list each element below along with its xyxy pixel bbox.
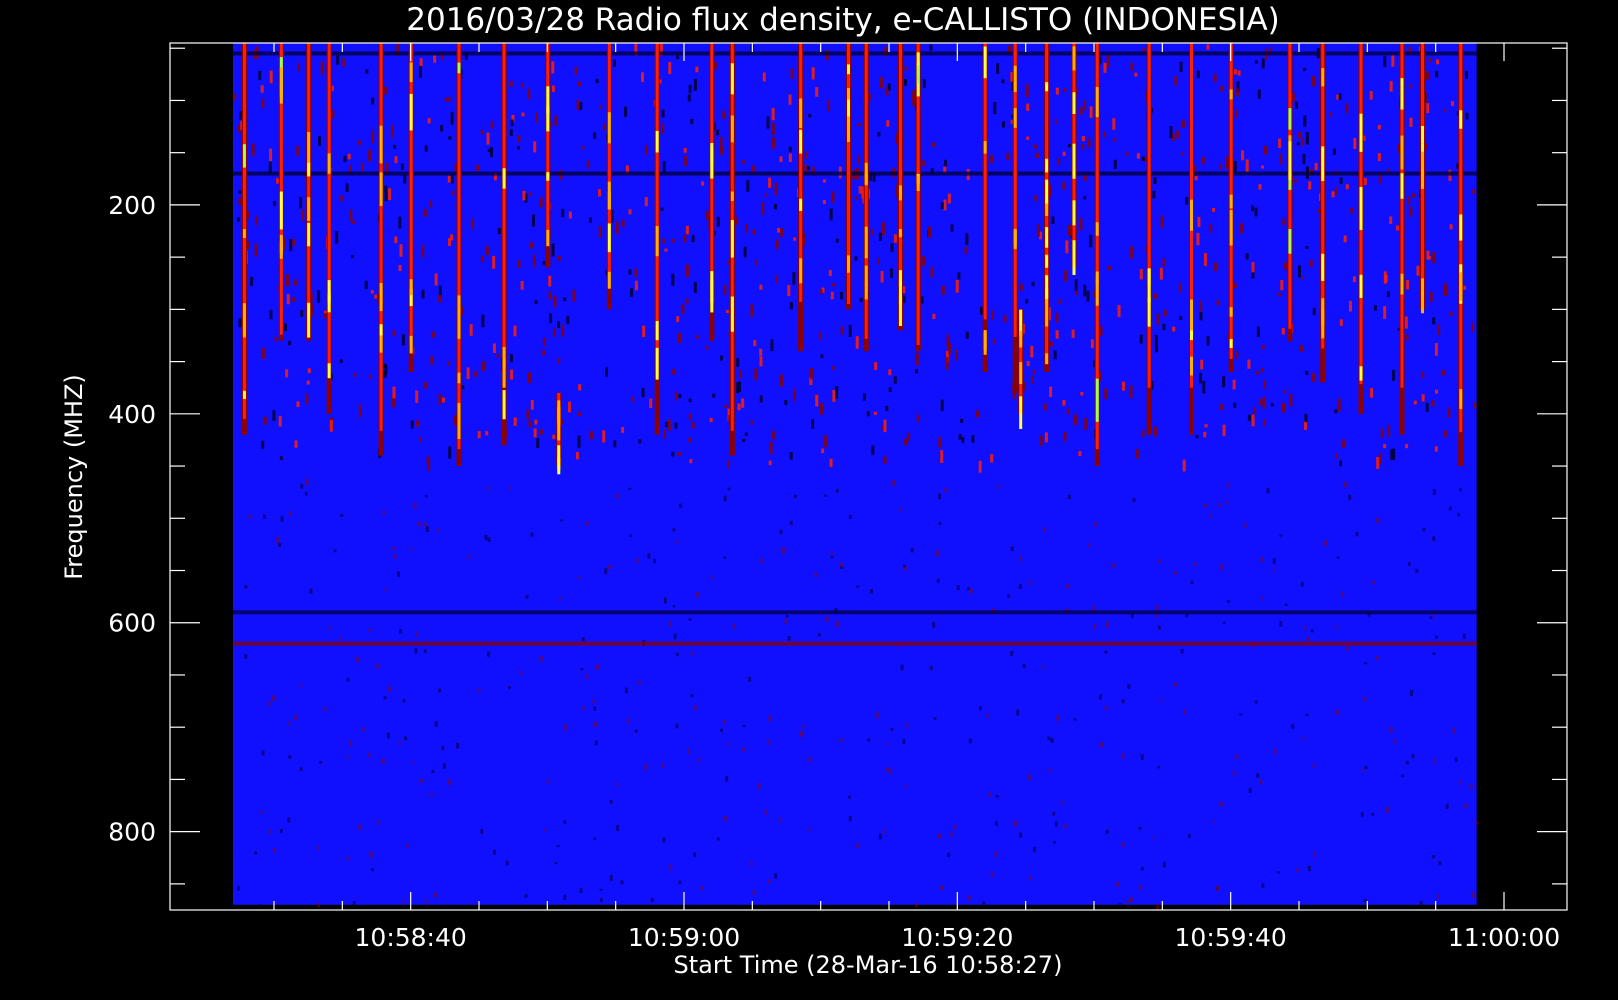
y-tick-label: 800 bbox=[108, 818, 156, 847]
burst-11 bbox=[654, 43, 660, 435]
x-tick-label: 11:00:00 bbox=[1448, 923, 1560, 952]
burst-29 bbox=[1287, 43, 1293, 341]
burst-18 bbox=[915, 43, 921, 352]
burst-2 bbox=[306, 43, 312, 341]
burst-8 bbox=[545, 43, 551, 268]
y-axis-label: Frequency (MHZ) bbox=[60, 374, 88, 580]
burst-32 bbox=[1399, 43, 1405, 435]
burst-1 bbox=[278, 43, 284, 341]
x-tick-label: 10:59:00 bbox=[628, 923, 740, 952]
burst-16 bbox=[863, 43, 869, 352]
burst-34 bbox=[1458, 43, 1464, 467]
burst-9 bbox=[556, 392, 562, 475]
chart-title: 2016/03/28 Radio flux density, e-CALLIST… bbox=[406, 2, 1280, 38]
burst-31 bbox=[1358, 43, 1364, 414]
burst-15 bbox=[846, 43, 851, 310]
x-tick-label: 10:58:40 bbox=[355, 923, 467, 952]
burst-5 bbox=[408, 43, 414, 373]
burst-13 bbox=[729, 43, 735, 456]
burst-24 bbox=[1071, 43, 1077, 275]
burst-27 bbox=[1189, 43, 1195, 435]
y-tick-label: 200 bbox=[108, 191, 156, 220]
burst-17 bbox=[897, 43, 903, 331]
y-tick-label: 400 bbox=[108, 400, 156, 429]
burst-23 bbox=[1044, 225, 1050, 373]
burst-6 bbox=[456, 43, 462, 467]
burst-10 bbox=[606, 43, 612, 310]
burst-26 bbox=[1146, 43, 1152, 435]
burst-12 bbox=[709, 43, 715, 341]
burst-4 bbox=[378, 43, 384, 456]
y-tick-label: 600 bbox=[108, 609, 156, 638]
burst-33 bbox=[1420, 43, 1425, 314]
burst-7 bbox=[501, 43, 507, 446]
burst-30 bbox=[1320, 43, 1326, 383]
frequency-band-3 bbox=[233, 641, 1477, 646]
burst-3 bbox=[326, 43, 332, 414]
burst-25 bbox=[1094, 43, 1100, 467]
burst-19 bbox=[982, 43, 988, 373]
burst-20 bbox=[1012, 43, 1018, 393]
burst-22 bbox=[1044, 43, 1050, 258]
burst-0 bbox=[241, 43, 247, 435]
spectrogram-chart: 2016/03/28 Radio flux density, e-CALLIST… bbox=[60, 2, 1568, 979]
heatmap-image bbox=[233, 43, 1479, 911]
burst-28 bbox=[1228, 43, 1234, 373]
x-tick-label: 10:59:40 bbox=[1175, 923, 1287, 952]
burst-21 bbox=[1018, 309, 1024, 429]
x-axis-label: Start Time (28-Mar-16 10:58:27) bbox=[674, 951, 1063, 979]
frequency-band-2 bbox=[233, 610, 1477, 615]
burst-14 bbox=[798, 43, 804, 352]
x-tick-label: 10:59:20 bbox=[901, 923, 1013, 952]
